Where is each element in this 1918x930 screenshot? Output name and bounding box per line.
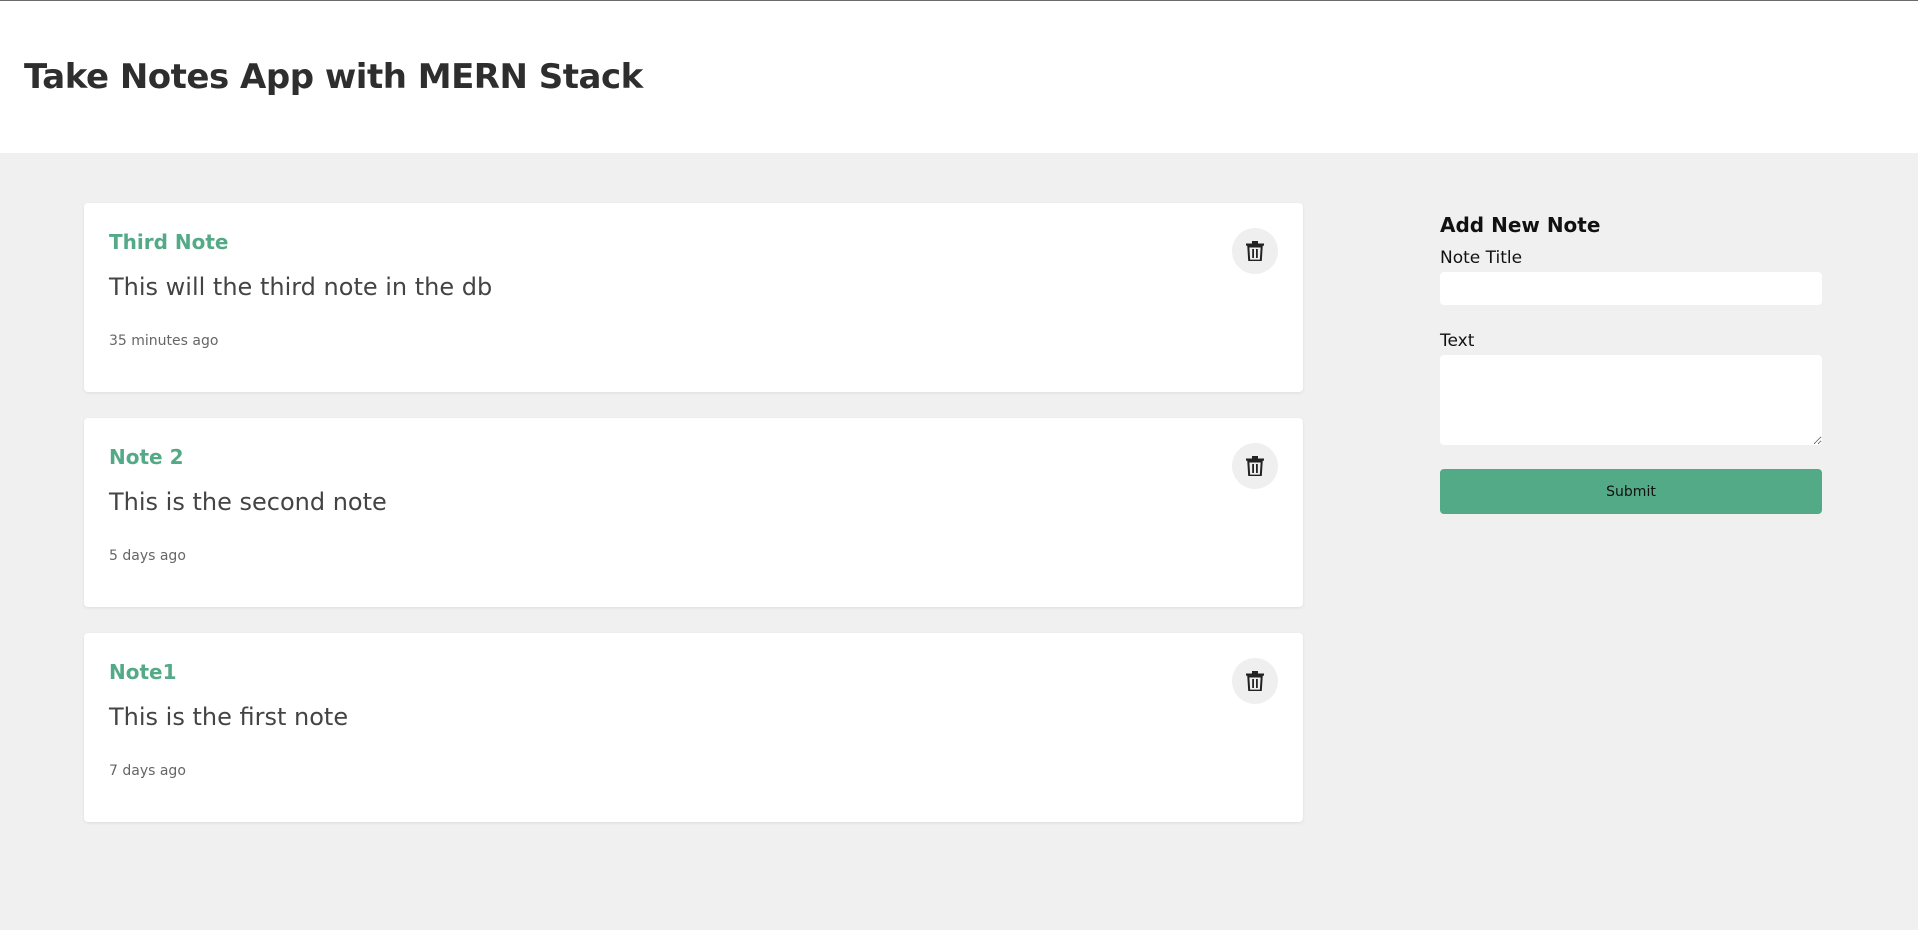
note-card: Third Note This will the third note in t… — [84, 203, 1303, 392]
note-timestamp: 5 days ago — [109, 548, 186, 564]
note-timestamp: 7 days ago — [109, 763, 186, 779]
note-text: This will the third note in the db — [109, 273, 493, 301]
notes-list: Third Note This will the third note in t… — [84, 203, 1303, 848]
submit-button[interactable]: Submit — [1440, 469, 1822, 514]
note-title: Note1 — [109, 660, 177, 684]
note-text-label: Text — [1440, 331, 1475, 351]
note-title: Note 2 — [109, 445, 184, 469]
delete-note-button[interactable] — [1232, 658, 1278, 704]
note-timestamp: 35 minutes ago — [109, 333, 219, 349]
note-text: This is the first note — [109, 703, 349, 731]
delete-note-button[interactable] — [1232, 443, 1278, 489]
note-text-input[interactable] — [1440, 355, 1822, 445]
note-card: Note 2 This is the second note 5 days ag… — [84, 418, 1303, 607]
note-title-input[interactable] — [1440, 272, 1822, 305]
note-title: Third Note — [109, 230, 229, 254]
note-title-label: Note Title — [1440, 248, 1523, 268]
app-header: Take Notes App with MERN Stack — [0, 1, 1918, 153]
trash-icon — [1246, 241, 1264, 261]
form-heading: Add New Note — [1440, 213, 1601, 237]
app-title: Take Notes App with MERN Stack — [24, 57, 643, 97]
note-card: Note1 This is the first note 7 days ago — [84, 633, 1303, 822]
trash-icon — [1246, 456, 1264, 476]
add-note-form: Add New Note Note Title Text Submit — [1440, 213, 1822, 514]
trash-icon — [1246, 671, 1264, 691]
delete-note-button[interactable] — [1232, 228, 1278, 274]
note-text: This is the second note — [109, 488, 387, 516]
